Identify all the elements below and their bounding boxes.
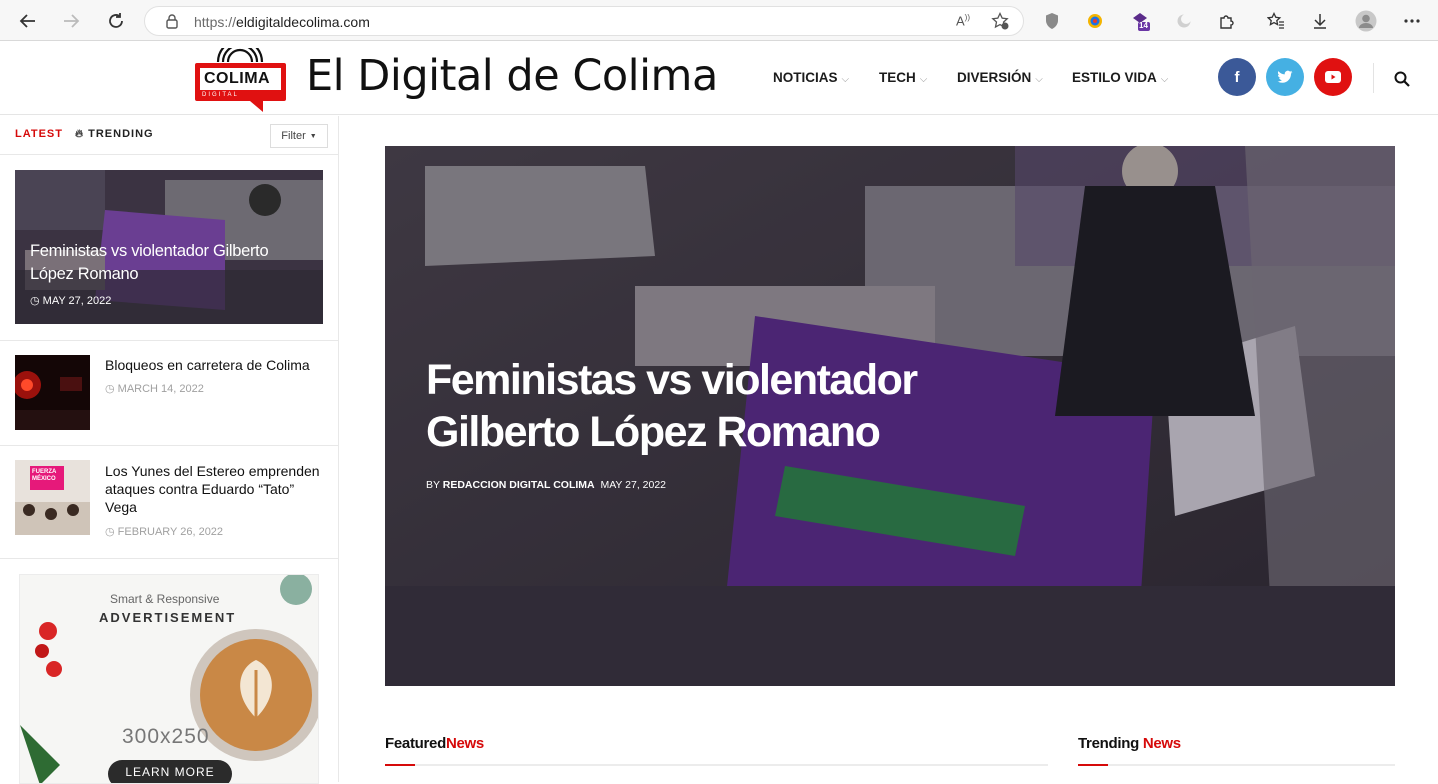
list-item-thumbnail[interactable]: FUERZA MÉXICO xyxy=(15,460,90,535)
advertisement-banner[interactable]: Smart & Responsive ADVERTISEMENT 300x250… xyxy=(19,574,319,784)
filter-label: Filter xyxy=(281,130,306,142)
ad-heading: ADVERTISEMENT xyxy=(99,610,237,625)
fire-icon: 🔥︎ xyxy=(75,128,85,140)
featured-news-underline xyxy=(385,764,1048,766)
nav-label: ESTILO VIDA xyxy=(1072,70,1157,85)
nav-item-tech[interactable]: TECH ⌵ xyxy=(879,70,927,85)
browser-toolbar: https://eldigitaldecolima.com A)) 14 xyxy=(0,0,1438,41)
tab-latest[interactable]: LATEST xyxy=(15,128,63,140)
list-item-date-text: FEBRUARY 26, 2022 xyxy=(117,526,224,538)
forward-button[interactable] xyxy=(58,8,84,34)
site-logo[interactable]: COLIMA DIGITAL xyxy=(192,38,289,112)
color-extension-icon[interactable] xyxy=(1083,9,1107,33)
more-menu-icon[interactable] xyxy=(1400,9,1424,33)
purple-extension-icon[interactable]: 14 xyxy=(1128,9,1152,33)
nav-item-noticias[interactable]: NOTICIAS ⌵ xyxy=(773,70,849,85)
sidebar: LATEST 🔥︎ TRENDING Filter ▼ Feministas v… xyxy=(0,116,339,784)
facebook-button[interactable]: f xyxy=(1218,58,1256,96)
featured-post-title[interactable]: Feministas vs violentador Gilberto López… xyxy=(30,240,310,286)
divider xyxy=(0,154,338,155)
nav-label: TECH xyxy=(879,70,916,85)
nav-item-diversion[interactable]: DIVERSIÓN ⌵ xyxy=(957,70,1043,85)
youtube-icon xyxy=(1325,71,1341,83)
trending-news-heading: Trending News xyxy=(1078,735,1181,752)
favorites-icon[interactable] xyxy=(1264,9,1288,33)
filter-dropdown[interactable]: Filter ▼ xyxy=(270,124,328,148)
reload-button[interactable] xyxy=(103,8,129,34)
chevron-down-icon: ⌵ xyxy=(919,74,928,85)
thumbnail-caption: FUERZA MÉXICO xyxy=(32,469,57,482)
learn-more-button[interactable]: LEARN MORE xyxy=(108,760,232,783)
clock-icon: ◷ xyxy=(30,295,40,307)
featured-post-date-text: MAY 27, 2022 xyxy=(42,295,112,307)
extensions-puzzle-icon[interactable] xyxy=(1215,9,1239,33)
nav-item-estilo-vida[interactable]: ESTILO VIDA ⌵ xyxy=(1072,70,1168,85)
site-header: COLIMA DIGITAL El Digital de Colima NOTI… xyxy=(0,38,1438,115)
trending-heading-part1: Trending xyxy=(1078,735,1143,752)
moon-extension-icon[interactable] xyxy=(1172,9,1196,33)
hero-by: BY xyxy=(426,479,440,491)
chevron-down-icon: ⌵ xyxy=(841,74,850,85)
list-item-thumbnail[interactable] xyxy=(15,355,90,430)
hero-date: MAY 27, 2022 xyxy=(600,479,667,491)
twitter-icon xyxy=(1277,70,1293,83)
search-icon[interactable] xyxy=(1394,71,1410,92)
ad-size: 300x250 xyxy=(122,725,210,748)
list-item-date: ◷ FEBRUARY 26, 2022 xyxy=(105,525,223,538)
hero-post[interactable]: Feministas vs violentador Gilberto López… xyxy=(385,146,1395,686)
advertisement-image xyxy=(20,575,318,783)
profile-avatar[interactable] xyxy=(1354,9,1378,33)
url-protocol: https:// xyxy=(194,14,237,30)
list-item-title[interactable]: Bloqueos en carretera de Colima xyxy=(105,356,325,374)
featured-heading-part2: News xyxy=(445,735,484,752)
featured-post-card[interactable]: Feministas vs violentador Gilberto López… xyxy=(15,170,323,324)
featured-heading-part1: Featured xyxy=(385,735,446,752)
featured-news-heading: FeaturedNews xyxy=(385,735,484,752)
hero-author[interactable]: REDACCION DIGITAL COLIMA xyxy=(443,479,595,491)
clock-icon: ◷ xyxy=(105,526,115,538)
trending-news-underline xyxy=(1078,764,1395,766)
accent-bar xyxy=(385,764,415,766)
twitter-button[interactable] xyxy=(1266,58,1304,96)
lock-icon[interactable] xyxy=(165,13,179,34)
shield-extension-icon[interactable] xyxy=(1040,9,1064,33)
extension-badge: 14 xyxy=(1139,21,1148,30)
header-divider xyxy=(1373,63,1374,93)
caret-down-icon: ▼ xyxy=(309,132,317,140)
read-aloud-icon[interactable]: A)) xyxy=(956,13,970,28)
accent-bar xyxy=(1078,764,1108,766)
url-host: eldigitaldecolima.com xyxy=(236,14,370,30)
logo-subtext: DIGITAL xyxy=(202,92,239,98)
chevron-down-icon: ⌵ xyxy=(1160,74,1169,85)
divider xyxy=(0,445,338,446)
back-button[interactable] xyxy=(15,8,41,34)
ad-tagline: Smart & Responsive xyxy=(110,592,220,606)
list-item-date: ◷ MARCH 14, 2022 xyxy=(105,382,204,395)
list-item-date-text: MARCH 14, 2022 xyxy=(117,383,204,395)
tab-trending[interactable]: 🔥︎ TRENDING xyxy=(75,128,154,141)
chevron-down-icon: ⌵ xyxy=(1035,74,1043,85)
site-title[interactable]: El Digital de Colima xyxy=(306,51,718,101)
featured-post-date: ◷ MAY 27, 2022 xyxy=(30,294,111,307)
trending-heading-part2: News xyxy=(1142,735,1181,752)
address-bar[interactable]: https://eldigitaldecolima.com A)) xyxy=(144,6,1024,36)
facebook-icon: f xyxy=(1234,68,1240,86)
divider xyxy=(0,340,338,341)
clock-icon: ◷ xyxy=(105,383,115,395)
hero-title[interactable]: Feministas vs violentador Gilberto López… xyxy=(426,354,986,458)
url-text: https://eldigitaldecolima.com xyxy=(194,14,370,30)
hero-meta: BY REDACCION DIGITAL COLIMA MAY 27, 2022 xyxy=(426,479,666,491)
tab-trending-label: TRENDING xyxy=(88,128,154,140)
nav-label: DIVERSIÓN xyxy=(957,70,1032,85)
add-favorite-icon[interactable] xyxy=(991,11,1009,35)
youtube-button[interactable] xyxy=(1314,58,1352,96)
nav-label: NOTICIAS xyxy=(773,70,838,85)
list-item-title[interactable]: Los Yunes del Estereo emprenden ataques … xyxy=(105,462,325,516)
downloads-icon[interactable] xyxy=(1308,9,1332,33)
divider xyxy=(0,558,338,559)
logo-text: COLIMA xyxy=(204,70,271,87)
